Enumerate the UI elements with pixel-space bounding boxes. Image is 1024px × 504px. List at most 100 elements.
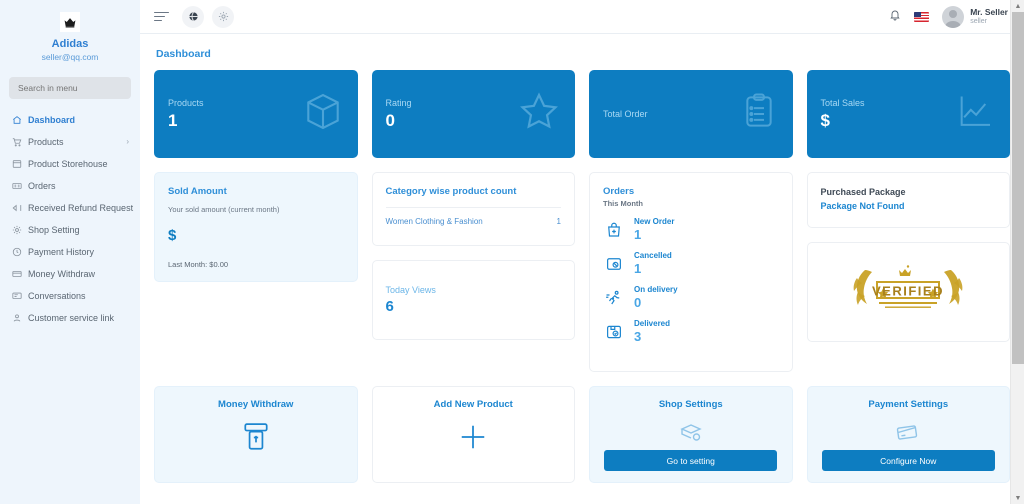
verified-badge-card: VERIFIED — [806, 242, 1010, 342]
purchased-package-card: Purchased Package Package Not Found — [806, 172, 1010, 228]
action-card-add-new-product[interactable]: Add New Product — [371, 386, 575, 483]
credit-card-icon — [895, 422, 921, 449]
home-icon — [12, 115, 22, 125]
sidebar: Adidas seller@qq.com Dashboard Products … — [0, 0, 140, 504]
action-card-payment-settings[interactable]: Payment Settings Configure Now — [806, 386, 1010, 483]
stat-card-row: Products 1 Rating 0 Total Order Total Sa… — [154, 70, 1010, 158]
category-count-title: Category wise product count — [385, 186, 517, 197]
clock-icon — [12, 247, 22, 257]
plus-icon — [458, 422, 488, 457]
sidebar-item-products[interactable]: Products › — [0, 131, 140, 153]
topbar: Mr. Seller seller — [140, 0, 1024, 34]
clipboard-list-icon — [739, 92, 779, 137]
main-area: Mr. Seller seller Dashboard Products 1 R… — [140, 0, 1024, 504]
globe-icon[interactable] — [182, 5, 204, 28]
orders-title: Orders — [603, 186, 635, 197]
sidebar-item-payment-history[interactable]: Payment History — [0, 241, 140, 263]
middle-row: Sold Amount Your sold amount (current mo… — [154, 172, 1010, 372]
gear-icon — [12, 225, 22, 235]
topbar-right: Mr. Seller seller — [889, 5, 1008, 28]
action-title: Money Withdraw — [218, 399, 294, 410]
line-chart-icon — [954, 92, 996, 137]
today-views-label: Today Views — [385, 285, 436, 295]
scroll-down-arrow-icon[interactable]: ▼ — [1011, 492, 1024, 504]
sidebar-item-received-refund-request[interactable]: Received Refund Request — [0, 197, 140, 219]
brand-name: Adidas — [51, 38, 89, 50]
order-stat-label: Delivered — [634, 319, 671, 328]
stat-card-products[interactable]: Products 1 — [154, 70, 358, 158]
star-icon — [517, 90, 561, 139]
sidebar-item-product-storehouse[interactable]: Product Storehouse — [0, 153, 140, 175]
category-count-card: Category wise product count Women Clothi… — [371, 172, 575, 246]
category-count: 1 — [556, 217, 561, 226]
purchased-package-status: Package Not Found — [820, 201, 905, 211]
order-stat-value: 1 — [634, 261, 642, 276]
today-views-card: Today Views 6 — [371, 260, 575, 340]
scrollbar-thumb[interactable] — [1012, 12, 1024, 364]
action-card-shop-settings[interactable]: Shop Settings Go to setting — [589, 386, 793, 483]
hamburger-icon[interactable] — [154, 11, 170, 23]
orders-card: Orders This Month New Order 1 Cancelled … — [589, 172, 793, 372]
table-row: Women Clothing & Fashion 1 — [386, 217, 562, 226]
configure-now-button[interactable]: Configure Now — [821, 450, 995, 471]
sold-amount-value: $ — [168, 227, 177, 244]
order-stat-label: On delivery — [634, 285, 678, 294]
order-stat-on-delivery: On delivery 0 — [603, 284, 779, 311]
today-views-value: 6 — [385, 298, 394, 315]
scroll-up-arrow-icon[interactable]: ▲ — [1011, 0, 1024, 12]
order-stat-value: 1 — [634, 227, 642, 242]
sidebar-item-dashboard[interactable]: Dashboard — [0, 109, 140, 131]
order-stat-label: Cancelled — [634, 251, 672, 260]
refund-icon — [12, 203, 22, 213]
go-to-setting-button[interactable]: Go to setting — [604, 450, 778, 471]
orders-subtitle: This Month — [603, 199, 643, 208]
user-menu[interactable]: Mr. Seller seller — [942, 5, 1008, 28]
category-name: Women Clothing & Fashion — [385, 217, 483, 226]
sidebar-item-label: Customer service link — [28, 313, 115, 323]
runner-icon — [603, 287, 625, 309]
user-name: Mr. Seller — [970, 7, 1008, 17]
order-stat-value: 3 — [634, 329, 642, 344]
action-card-money-withdraw[interactable]: Money Withdraw — [154, 386, 358, 483]
stat-card-total-order[interactable]: Total Order — [589, 70, 793, 158]
sidebar-item-money-withdraw[interactable]: Money Withdraw — [0, 263, 140, 285]
sold-amount-title: Sold Amount — [168, 186, 227, 197]
sidebar-brand: Adidas seller@qq.com — [0, 8, 140, 69]
chevron-right-icon[interactable]: › — [126, 137, 129, 147]
sidebar-item-customer-service-link[interactable]: Customer service link — [0, 307, 140, 329]
sold-amount-subtitle: Your sold amount (current month) — [168, 205, 280, 214]
sidebar-item-conversations[interactable]: Conversations — [0, 285, 140, 307]
sidebar-item-label: Dashboard — [28, 115, 76, 125]
sidebar-item-label: Payment History — [28, 247, 95, 257]
shop-gear-icon — [678, 422, 704, 449]
sidebar-item-orders[interactable]: Orders — [0, 175, 140, 197]
order-stat-new-order: New Order 1 — [603, 216, 779, 243]
gear-icon[interactable] — [212, 5, 234, 28]
verified-laurel-icon: VERIFIED — [843, 262, 973, 323]
order-stat-delivered: Delivered 3 — [603, 318, 779, 345]
stat-card-rating[interactable]: Rating 0 — [371, 70, 575, 158]
box-icon — [302, 91, 344, 138]
search-input[interactable] — [9, 77, 131, 99]
user-role: seller — [970, 18, 987, 25]
order-stat-value: 0 — [634, 295, 642, 310]
bell-icon[interactable] — [889, 8, 901, 26]
atm-icon — [243, 422, 269, 457]
action-title: Shop Settings — [658, 399, 723, 410]
user-icon — [12, 313, 22, 323]
box-cancel-icon — [603, 253, 625, 275]
sidebar-item-shop-setting[interactable]: Shop Setting — [0, 219, 140, 241]
action-card-row: Money Withdraw Add New Product Shop Sett… — [154, 386, 1010, 483]
divider — [385, 207, 561, 208]
order-stat-cancelled: Cancelled 1 — [603, 250, 779, 277]
sidebar-item-label: Orders — [28, 181, 56, 191]
purchased-package-title: Purchased Package — [820, 187, 906, 197]
bag-plus-icon — [603, 219, 625, 241]
us-flag-icon[interactable] — [914, 11, 930, 22]
vertical-scrollbar[interactable]: ▲ ▼ — [1010, 0, 1024, 504]
sidebar-item-label: Money Withdraw — [28, 269, 96, 279]
verified-text: VERIFIED — [872, 283, 944, 298]
avatar — [942, 5, 965, 28]
page-title: Dashboard — [156, 48, 211, 60]
stat-card-total-sales[interactable]: Total Sales $ — [806, 70, 1010, 158]
